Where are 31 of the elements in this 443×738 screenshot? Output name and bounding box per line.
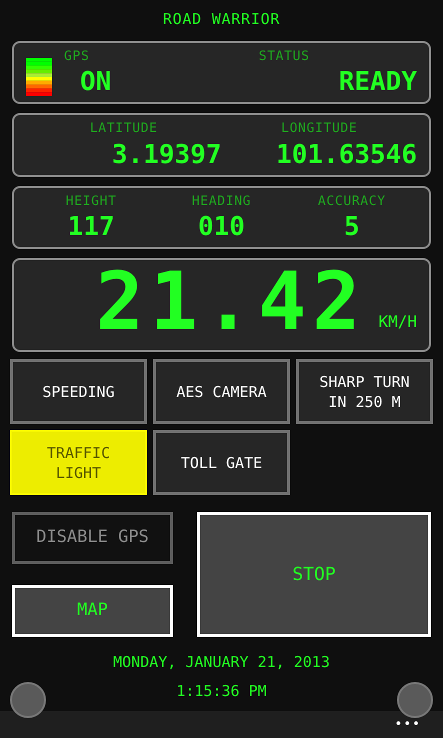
field-label: HEADING [192, 192, 252, 210]
round-button[interactable] [10, 682, 46, 718]
field-label: GPS [64, 48, 90, 66]
field-label: STATUS [258, 48, 310, 66]
field-value: 3.19397 [112, 138, 222, 170]
control-button[interactable]: MAP [12, 585, 173, 637]
field-value: ON [79, 66, 112, 98]
time-text: 1:15:36 PM [176, 680, 267, 702]
field-label: ACCURACY [318, 192, 386, 210]
alert-button[interactable]: TOLL GATE [153, 430, 290, 495]
app-title: ROAD WARRIOR [162, 9, 280, 30]
stop-button[interactable]: STOP [197, 512, 431, 637]
field-value: READY [338, 66, 417, 98]
speed-value: 21.42 [96, 262, 366, 342]
round-button[interactable] [397, 682, 433, 718]
field-value: 117 [68, 211, 115, 243]
field-label: LATITUDE [90, 120, 158, 138]
field-label: HEIGHT [66, 192, 117, 210]
alert-button[interactable]: AES CAMERA [153, 359, 290, 424]
alert-button[interactable]: TRAFFIC LIGHT [10, 430, 147, 495]
signal-meter-icon [26, 58, 52, 96]
alert-button[interactable]: SHARP TURN IN 250 M [296, 359, 433, 424]
field-value: 5 [344, 211, 360, 243]
field-value: 010 [198, 211, 245, 243]
speed-unit: KM/H [378, 311, 417, 333]
alert-button[interactable]: SPEEDING [10, 359, 147, 424]
control-button[interactable]: DISABLE GPS [12, 512, 173, 564]
more-button[interactable]: ••• [394, 714, 421, 734]
date-text: MONDAY, JANUARY 21, 2013 [113, 652, 330, 673]
field-label: LONGITUDE [281, 120, 358, 138]
field-value: 101.63546 [276, 138, 417, 170]
